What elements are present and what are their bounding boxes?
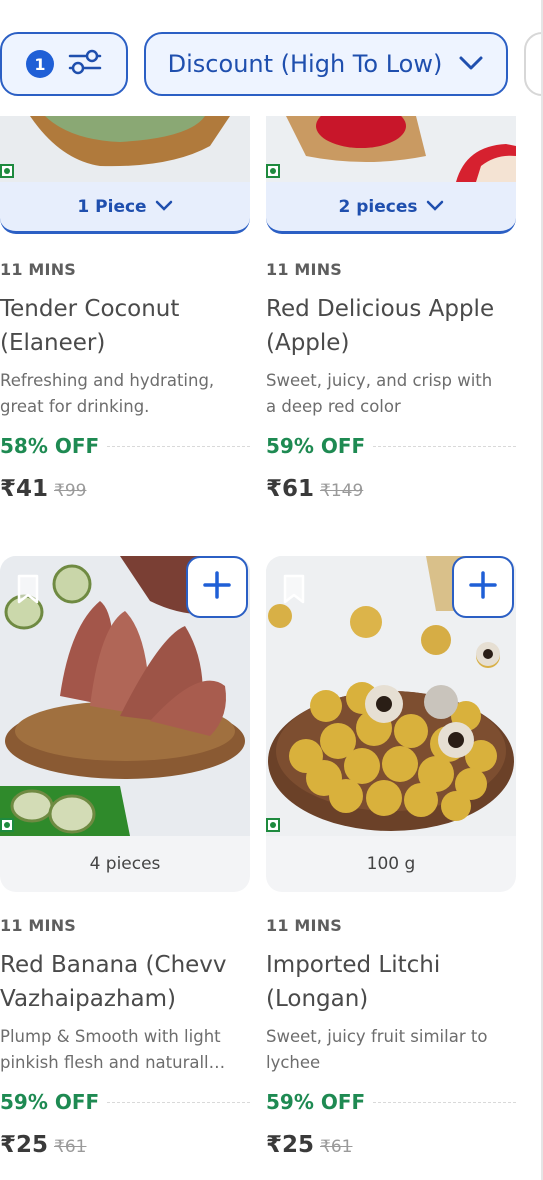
bookmark-icon[interactable] <box>282 574 306 604</box>
veg-indicator-icon <box>0 164 14 178</box>
original-price: ₹99 <box>54 481 87 501</box>
description-line: Sweet, juicy, and crisp with <box>266 371 493 390</box>
description-line: lychee <box>266 1053 321 1072</box>
quantity-selector[interactable]: 1 Piece <box>0 182 250 234</box>
selling-price: ₹25 <box>0 1132 49 1158</box>
discount-label: 59% OFF <box>0 1090 100 1114</box>
description-line: a deep red color <box>266 397 401 416</box>
original-price: ₹149 <box>320 481 364 501</box>
discount-label: 59% OFF <box>266 1090 366 1114</box>
price-row: ₹61 ₹149 <box>266 476 363 502</box>
add-to-cart-button[interactable] <box>186 556 248 618</box>
description-line: Refreshing and hydrating, <box>0 371 215 390</box>
discount-row: 59% OFF <box>0 1089 250 1115</box>
price-row: ₹41 ₹99 <box>0 476 86 502</box>
product-name[interactable]: Red Delicious Apple (Apple) <box>266 292 516 360</box>
delivery-time: 11 MINS <box>0 916 77 935</box>
sort-label: Discount (High To Low) <box>167 50 443 78</box>
product-name[interactable]: Red Banana (Chevv Vazhaipazham) <box>0 948 250 1016</box>
discount-row: 58% OFF <box>0 433 250 459</box>
veg-indicator-icon <box>0 818 14 832</box>
product-description: Sweet, juicy, and crisp with a deep red … <box>266 368 516 420</box>
selling-price: ₹25 <box>266 1132 315 1158</box>
plus-icon <box>468 570 498 604</box>
filter-count-badge: 1 <box>26 50 54 78</box>
product-name-line: Tender Coconut <box>0 296 180 322</box>
discount-label: 59% OFF <box>266 434 366 458</box>
discount-row: 59% OFF <box>266 1089 516 1115</box>
discount-label: 58% OFF <box>0 434 100 458</box>
product-name-line: Imported Litchi <box>266 952 441 978</box>
description-line: pinkish flesh and naturall… <box>0 1053 226 1072</box>
price-row: ₹25 ₹61 <box>0 1132 86 1158</box>
product-name-line: (Elaneer) <box>0 330 106 356</box>
product-description: Plump & Smooth with light pinkish flesh … <box>0 1024 250 1076</box>
quantity-label-box: 100 g <box>266 836 516 892</box>
selling-price: ₹61 <box>266 476 315 502</box>
quantity-label: 100 g <box>366 854 416 874</box>
product-image-coconut[interactable] <box>0 116 250 182</box>
product-name-line: (Apple) <box>266 330 350 356</box>
product-name[interactable]: Imported Litchi (Longan) <box>266 948 516 1016</box>
sliders-icon <box>68 47 102 81</box>
filter-bar: 1 Discount (High To Low) <box>0 30 543 98</box>
original-price: ₹61 <box>320 1137 353 1157</box>
divider <box>107 445 250 447</box>
veg-indicator-icon <box>266 818 280 832</box>
quantity-label: 4 pieces <box>89 854 161 874</box>
chevron-down-icon <box>458 50 484 78</box>
selling-price: ₹41 <box>0 476 49 502</box>
original-price: ₹61 <box>54 1137 87 1157</box>
chevron-down-icon <box>426 197 444 217</box>
description-line: Sweet, juicy fruit similar to <box>266 1027 488 1046</box>
product-description: Refreshing and hydrating, great for drin… <box>0 368 250 420</box>
quantity-label-box: 4 pieces <box>0 836 250 892</box>
discount-row: 59% OFF <box>266 433 516 459</box>
divider <box>373 445 516 447</box>
product-name-line: (Longan) <box>266 986 369 1012</box>
quantity-selector[interactable]: 2 pieces <box>266 182 516 234</box>
veg-indicator-icon <box>266 164 280 178</box>
description-line: great for drinking. <box>0 397 150 416</box>
product-image-apple[interactable] <box>266 116 516 182</box>
plus-icon <box>202 570 232 604</box>
product-description: Sweet, juicy fruit similar to lychee <box>266 1024 516 1076</box>
product-name-line: Red Delicious Apple <box>266 296 495 322</box>
delivery-time: 11 MINS <box>266 916 343 935</box>
quantity-label: 2 pieces <box>338 196 418 217</box>
sort-dropdown[interactable]: Discount (High To Low) <box>144 32 508 96</box>
add-to-cart-button[interactable] <box>452 556 514 618</box>
delivery-time: 11 MINS <box>266 260 343 279</box>
divider <box>373 1101 516 1103</box>
delivery-time: 11 MINS <box>0 260 77 279</box>
description-line: Plump & Smooth with light <box>0 1027 221 1046</box>
product-name-line: Red Banana (Chevv <box>0 952 227 978</box>
product-name[interactable]: Tender Coconut (Elaneer) <box>0 292 250 360</box>
price-row: ₹25 ₹61 <box>266 1132 352 1158</box>
quantity-label: 1 Piece <box>77 196 147 217</box>
product-name-line: Vazhaipazham) <box>0 986 176 1012</box>
chevron-down-icon <box>155 197 173 217</box>
filter-button[interactable]: 1 <box>0 32 128 96</box>
divider <box>107 1101 250 1103</box>
bookmark-icon[interactable] <box>16 574 40 604</box>
